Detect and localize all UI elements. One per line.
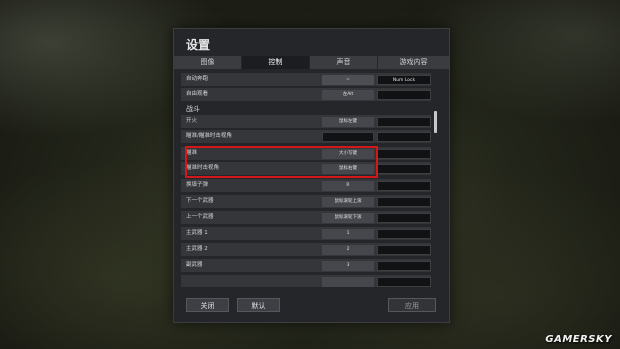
- keybind-label: 副武器: [186, 262, 203, 268]
- scrollbar-thumb[interactable]: [434, 111, 437, 133]
- watermark-logo: GAMERSKY: [545, 334, 612, 345]
- keybind-row: 主武器 1 1: [181, 227, 431, 240]
- keybind-row: 开火 鼠标左键: [181, 115, 431, 128]
- primary-key-slot[interactable]: [322, 276, 374, 287]
- settings-dialog: 设置 图像 控制 声音 游戏内容 自动奔跑 = Num Lock 自由观看 左A…: [173, 28, 450, 323]
- primary-key-slot[interactable]: R: [322, 180, 374, 191]
- keybind-label: 自由观看: [186, 91, 209, 97]
- close-button[interactable]: 关闭: [186, 298, 229, 312]
- apply-button[interactable]: 应用: [388, 298, 436, 312]
- keybind-row-partial: [181, 275, 431, 287]
- tab-bar: 图像 控制 声音 游戏内容: [174, 56, 449, 69]
- keybind-row: 主武器 2 2: [181, 243, 431, 256]
- primary-key-slot[interactable]: 鼠标滚轮下滚: [322, 212, 374, 223]
- dialog-title: 设置: [186, 38, 211, 52]
- secondary-key-slot[interactable]: [377, 148, 431, 159]
- keybind-row: 下一个武器 鼠标滚轮上滚: [181, 195, 431, 208]
- secondary-key-slot[interactable]: [377, 260, 431, 271]
- keybind-row: 副武器 3: [181, 259, 431, 272]
- secondary-key-slot[interactable]: [377, 228, 431, 239]
- secondary-key-slot[interactable]: [377, 131, 431, 142]
- keybind-label: 自动奔跑: [186, 76, 209, 82]
- secondary-key-slot[interactable]: [377, 244, 431, 255]
- primary-key-slot[interactable]: 1: [322, 228, 374, 239]
- keybind-label: 开火: [186, 118, 198, 124]
- keybind-row: 上一个武器 鼠标滚轮下滚: [181, 211, 431, 224]
- keybind-label: 下一个武器: [186, 198, 214, 204]
- keybind-label: 换填子弹: [186, 182, 209, 188]
- secondary-key-slot[interactable]: [377, 116, 431, 127]
- primary-key-slot[interactable]: 3: [322, 260, 374, 271]
- secondary-key-slot[interactable]: [377, 196, 431, 207]
- section-title-combat: 战斗: [186, 105, 200, 113]
- keybind-label: 上一个武器: [186, 214, 214, 220]
- tab-gameplay[interactable]: 游戏内容: [378, 56, 449, 69]
- secondary-key-slot[interactable]: [377, 212, 431, 223]
- primary-key-slot[interactable]: 鼠标左键: [322, 116, 374, 127]
- keybind-label: 主武器 2: [186, 246, 208, 252]
- keybind-row: 自动奔跑 = Num Lock: [181, 73, 431, 86]
- secondary-key-slot[interactable]: [377, 276, 431, 287]
- secondary-key-slot[interactable]: [377, 89, 431, 100]
- default-button[interactable]: 默认: [237, 298, 280, 312]
- keybind-row: 换填子弹 R: [181, 179, 431, 192]
- secondary-key-slot[interactable]: [377, 180, 431, 191]
- keybind-label: 瞄准/瞄准时击视角: [186, 133, 232, 139]
- tab-sound[interactable]: 声音: [310, 56, 378, 69]
- tab-controls[interactable]: 控制: [242, 56, 310, 69]
- keybind-label: 主武器 1: [186, 230, 208, 236]
- primary-key-slot[interactable]: [322, 131, 374, 142]
- keybind-row: 自由观看 左Alt: [181, 88, 431, 101]
- keybind-row: 瞄准/瞄准时击视角: [181, 130, 431, 143]
- primary-key-slot[interactable]: 2: [322, 244, 374, 255]
- primary-key-slot[interactable]: 左Alt: [322, 89, 374, 100]
- secondary-key-slot[interactable]: [377, 163, 431, 174]
- tab-graphics[interactable]: 图像: [174, 56, 242, 69]
- primary-key-slot[interactable]: 鼠标滚轮上滚: [322, 196, 374, 207]
- secondary-key-slot[interactable]: Num Lock: [377, 74, 431, 85]
- highlight-box: [185, 146, 378, 178]
- primary-key-slot[interactable]: =: [322, 74, 374, 85]
- keybinding-list: 自动奔跑 = Num Lock 自由观看 左Alt 战斗 开火 鼠标左键 瞄准/…: [181, 73, 434, 309]
